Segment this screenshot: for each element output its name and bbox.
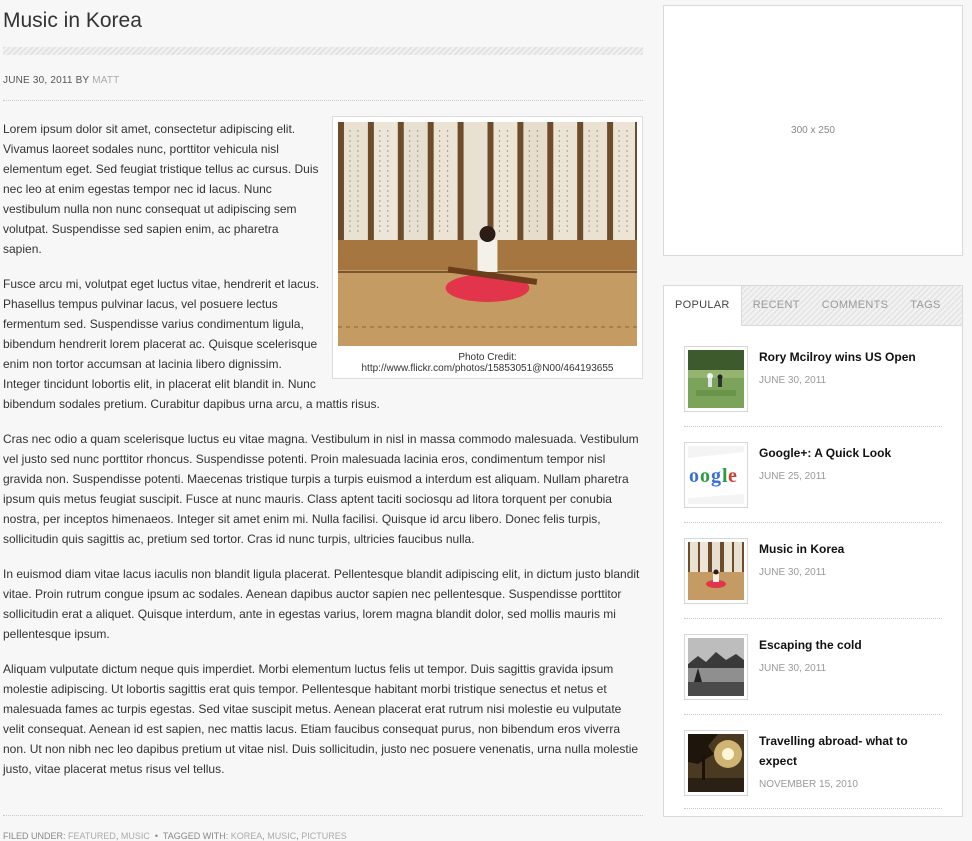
item-divider — [684, 714, 942, 715]
tabbed-widget: POPULAR RECENT COMMENTS TAGS Rory Mcilro… — [663, 285, 963, 817]
list-item[interactable]: Travelling abroad- what to expect NOVEMB… — [684, 730, 942, 826]
ad-size-label: 300 x 250 — [791, 125, 835, 136]
popular-posts-list: Rory Mcilroy wins US Open JUNE 30, 2011 … — [664, 326, 962, 826]
list-item[interactable]: Escaping the cold JUNE 30, 2011 — [684, 634, 942, 730]
paragraph-5: Aliquam vulputate dictum neque quis impe… — [3, 662, 639, 776]
tab-comments[interactable]: COMMENTS — [811, 286, 900, 325]
item-divider — [684, 426, 942, 427]
post-link-title[interactable]: Rory Mcilroy wins US Open — [759, 347, 939, 367]
sunset-tree-thumbnail — [688, 734, 744, 792]
paragraph-4: In euismod diam vitae lacus iaculis non … — [3, 567, 640, 641]
tab-tags[interactable]: TAGS — [899, 286, 951, 325]
paragraph-3: Cras nec odio a quam scelerisque luctus … — [3, 432, 639, 546]
figure-caption: Photo Credit: http://www.flickr.com/phot… — [361, 352, 614, 374]
post-date: JUNE 30, 2011 — [759, 375, 827, 386]
post-article: Music in Korea JUNE 30, 2011 BY MATT Pho… — [3, 0, 643, 794]
post-meta: JUNE 30, 2011 BY MATT — [3, 75, 643, 86]
post-by-label: BY — [75, 75, 90, 86]
tab-recent[interactable]: RECENT — [742, 286, 811, 325]
post-figure: Photo Credit: http://www.flickr.com/phot… — [332, 116, 643, 379]
post-thumbnail[interactable] — [684, 730, 748, 796]
meta-divider — [3, 100, 643, 101]
svg-text:o: o — [700, 465, 710, 487]
post-thumbnail[interactable] — [684, 538, 748, 604]
post-date: JUNE 30, 2011 — [759, 663, 827, 674]
item-divider — [684, 522, 942, 523]
post-link-title[interactable]: Travelling abroad- what to expect — [759, 731, 939, 771]
post-thumbnail[interactable]: o o g l e — [684, 442, 748, 508]
post-thumbnail[interactable] — [684, 634, 748, 700]
post-content: Photo Credit: http://www.flickr.com/phot… — [3, 116, 643, 779]
golf-thumbnail — [688, 350, 744, 408]
post-thumbnail[interactable] — [684, 346, 748, 412]
list-item[interactable]: o o g l e Google+: A Quick Look JUNE 25,… — [684, 442, 942, 538]
svg-text:g: g — [711, 465, 721, 487]
post-date: NOVEMBER 15, 2010 — [759, 779, 858, 790]
title-divider — [3, 47, 643, 55]
svg-text:e: e — [728, 465, 737, 487]
post-date: JUNE 25, 2011 — [759, 471, 827, 482]
post-link-title[interactable]: Google+: A Quick Look — [759, 443, 939, 463]
post-link-title[interactable]: Escaping the cold — [759, 635, 939, 655]
list-item[interactable]: Rory Mcilroy wins US Open JUNE 30, 2011 — [684, 346, 942, 442]
post-link-title[interactable]: Music in Korea — [759, 539, 939, 559]
lake-landscape-thumbnail — [688, 638, 744, 696]
item-divider — [684, 618, 942, 619]
korea-music-photo — [338, 122, 637, 346]
korea-music-thumbnail — [688, 542, 744, 600]
google-logo-thumbnail: o o g l e — [688, 446, 744, 504]
post-author-link[interactable]: MATT — [92, 75, 119, 86]
svg-text:o: o — [689, 465, 699, 487]
post-date: JUNE 30, 2011 — [3, 75, 73, 86]
list-item[interactable]: Music in Korea JUNE 30, 2011 — [684, 538, 942, 634]
item-divider — [684, 808, 942, 809]
post-date: JUNE 30, 2011 — [759, 567, 827, 578]
footer-divider — [3, 815, 643, 816]
post-title[interactable]: Music in Korea — [3, 0, 643, 34]
ad-placeholder[interactable]: 300 x 250 — [663, 5, 963, 256]
tab-popular[interactable]: POPULAR — [664, 286, 742, 326]
widget-tabs: POPULAR RECENT COMMENTS TAGS — [664, 286, 962, 326]
